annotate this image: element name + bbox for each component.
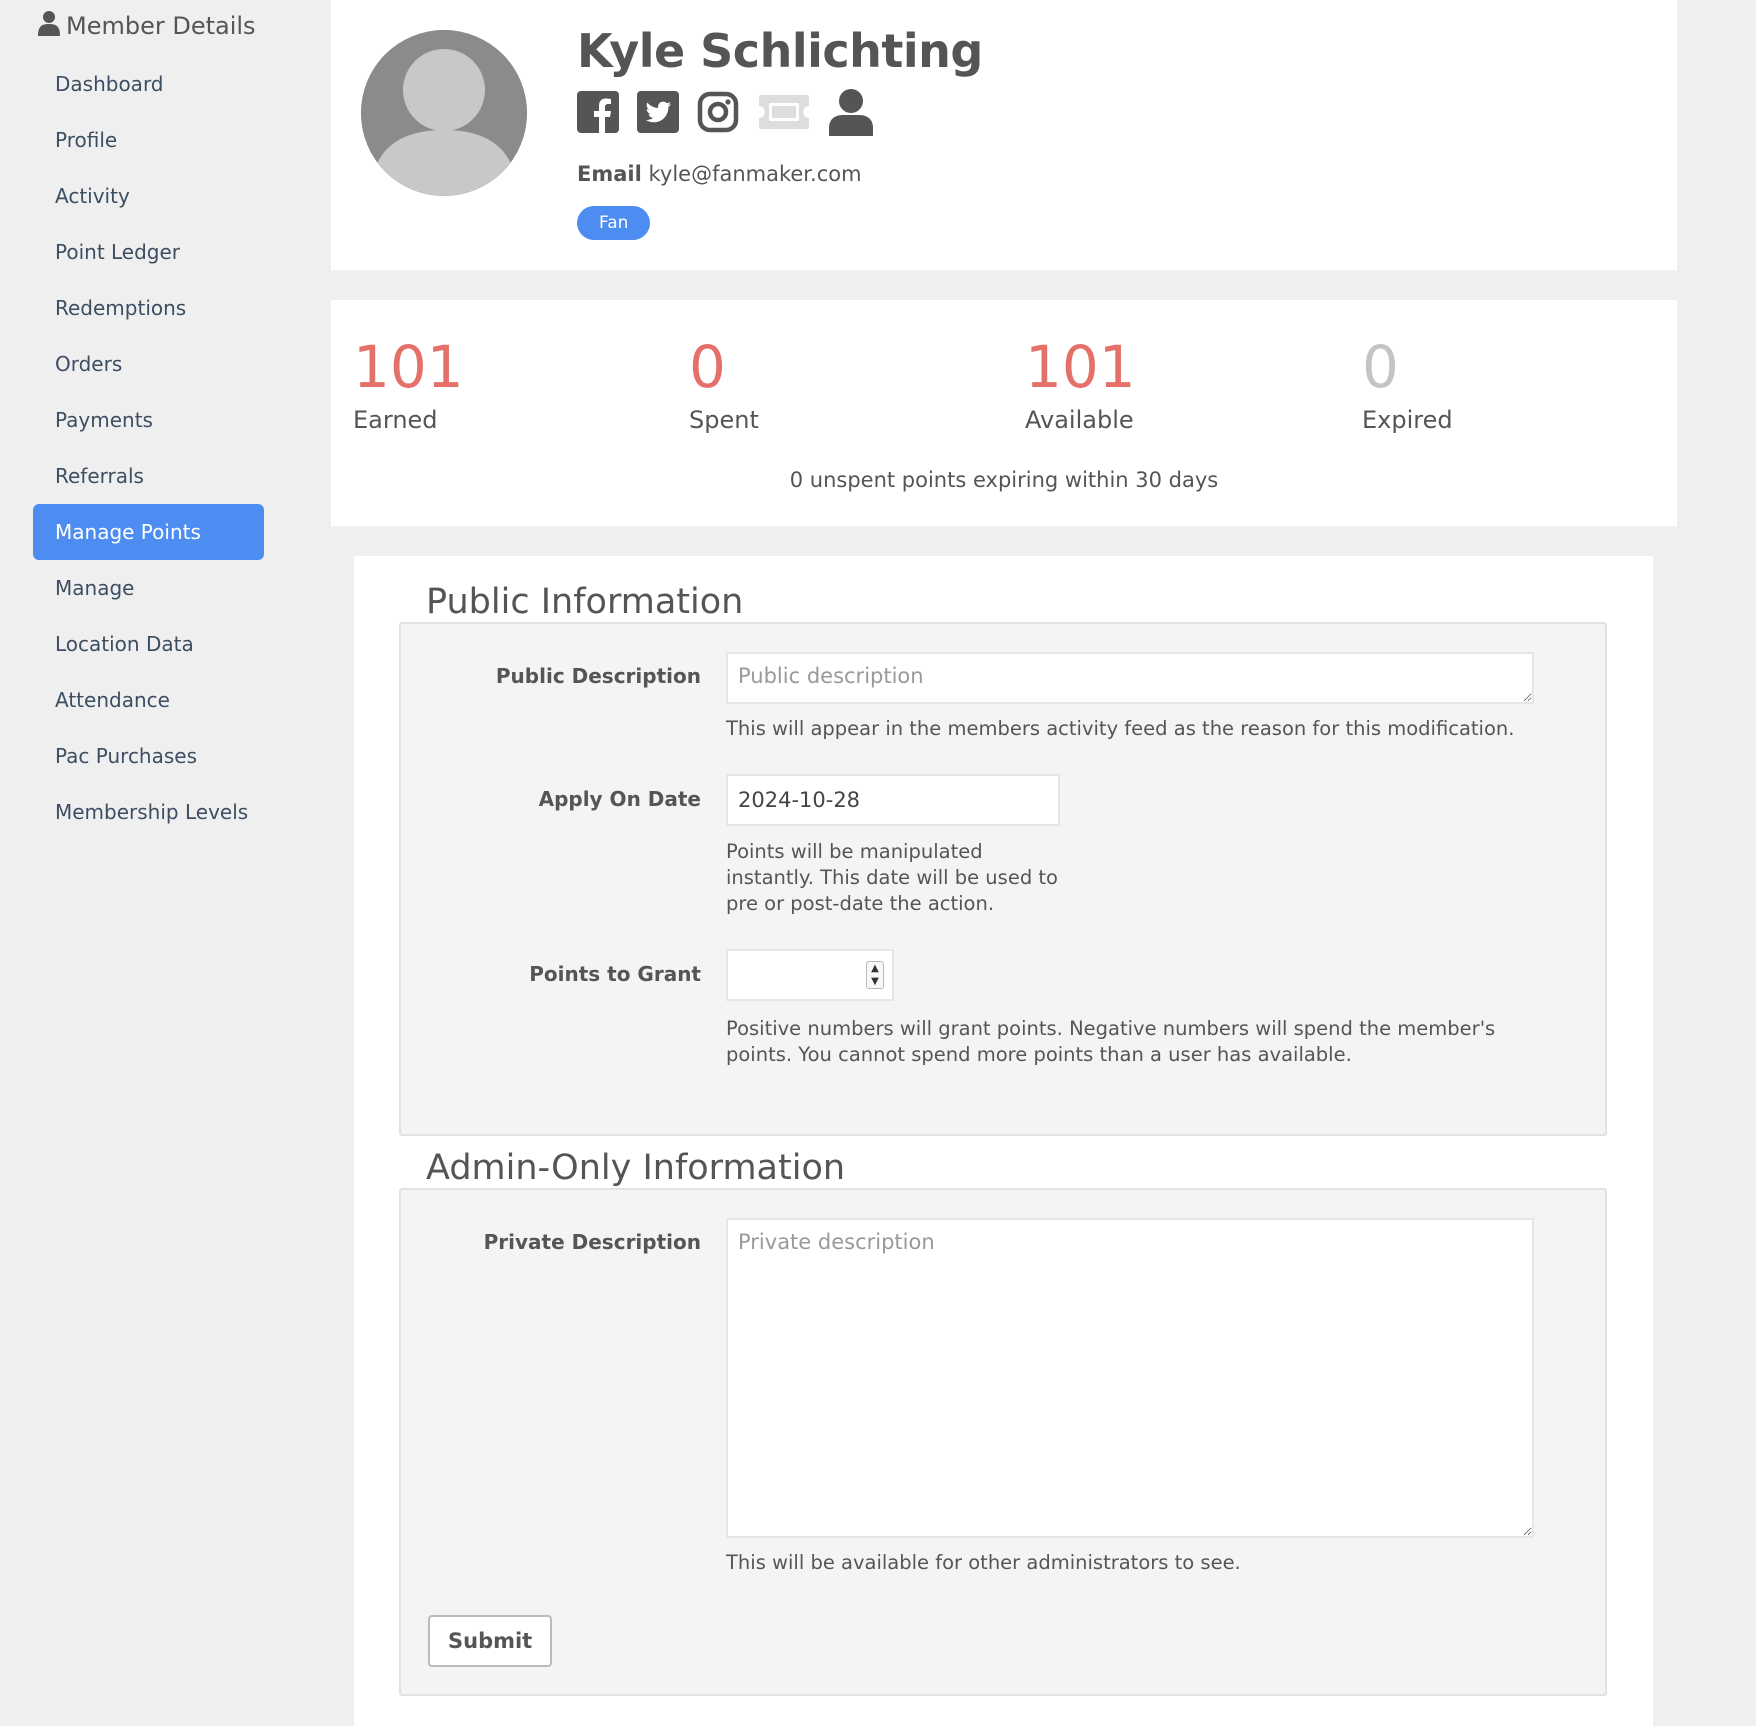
stat-expired-value: 0: [1362, 333, 1399, 401]
admin-information-title: Admin-Only Information: [426, 1148, 856, 1188]
sidebar-item-point-ledger[interactable]: Point Ledger: [33, 224, 264, 280]
public-description-input[interactable]: [726, 652, 1534, 704]
public-description-help: This will appear in the members activity…: [726, 717, 1515, 740]
public-information-title: Public Information: [426, 582, 754, 622]
private-description-help: This will be available for other adminis…: [726, 1551, 1241, 1574]
apply-on-date-help: Points will be manipulated instantly. Th…: [726, 840, 1058, 915]
points-to-grant-help: Positive numbers will grant points. Nega…: [726, 1017, 1496, 1066]
sidebar-item-membership-levels[interactable]: Membership Levels: [33, 784, 264, 840]
sidebar-item-dashboard[interactable]: Dashboard: [33, 56, 264, 112]
sidebar-item-manage[interactable]: Manage: [33, 560, 264, 616]
facebook-icon[interactable]: [577, 91, 619, 133]
chevron-down-icon[interactable]: ▼: [871, 975, 879, 988]
social-icons: [577, 88, 873, 136]
user-icon[interactable]: [829, 88, 873, 136]
sidebar-item-pac-purchases[interactable]: Pac Purchases: [33, 728, 264, 784]
email-value: kyle@fanmaker.com: [648, 162, 862, 186]
apply-on-date-label: Apply On Date: [538, 787, 701, 811]
private-description-input[interactable]: [726, 1218, 1534, 1538]
sidebar-nav: Dashboard Profile Activity Point Ledger …: [33, 56, 264, 840]
points-stepper[interactable]: ▲ ▼: [866, 961, 884, 989]
stat-earned-value: 101: [353, 333, 464, 401]
sidebar-header: Member Details: [38, 8, 256, 44]
stat-earned-label: Earned: [353, 406, 438, 434]
sidebar: Member Details Dashboard Profile Activit…: [0, 0, 330, 1726]
sidebar-item-location-data[interactable]: Location Data: [33, 616, 264, 672]
points-stats-card: 101 Earned 0 Spent 101 Available 0 Expir…: [331, 300, 1677, 526]
role-badge: Fan: [577, 206, 651, 240]
email-label: Email: [577, 162, 642, 186]
stat-spent-value: 0: [689, 333, 726, 401]
instagram-icon[interactable]: [697, 91, 739, 133]
admin-information-fieldset: Private Description This will be availab…: [399, 1188, 1607, 1696]
private-description-label: Private Description: [483, 1230, 701, 1254]
stat-expired: 0 Expired: [1362, 338, 1453, 434]
member-header-card: Kyle Schlichting Email kyle@fanmaker.com…: [331, 0, 1677, 270]
sidebar-item-orders[interactable]: Orders: [33, 336, 264, 392]
member-name: Kyle Schlichting: [577, 24, 983, 78]
stat-earned: 101 Earned: [353, 338, 464, 434]
sidebar-title: Member Details: [66, 12, 256, 40]
sidebar-item-payments[interactable]: Payments: [33, 392, 264, 448]
avatar: [361, 30, 527, 196]
points-to-grant-label: Points to Grant: [529, 962, 701, 986]
sidebar-item-manage-points[interactable]: Manage Points: [33, 504, 264, 560]
stat-available-value: 101: [1025, 333, 1136, 401]
twitter-icon[interactable]: [637, 91, 679, 133]
stat-available: 101 Available: [1025, 338, 1136, 434]
stat-spent: 0 Spent: [689, 338, 759, 434]
user-icon: [38, 10, 60, 42]
stat-spent-label: Spent: [689, 406, 759, 434]
sidebar-item-redemptions[interactable]: Redemptions: [33, 280, 264, 336]
sidebar-item-attendance[interactable]: Attendance: [33, 672, 264, 728]
public-description-label: Public Description: [495, 664, 701, 688]
expiring-points-note: 0 unspent points expiring within 30 days: [789, 468, 1219, 492]
manage-points-form: Public Description This will appear in t…: [354, 556, 1653, 1726]
sidebar-item-activity[interactable]: Activity: [33, 168, 264, 224]
stat-expired-label: Expired: [1362, 406, 1453, 434]
apply-on-date-input[interactable]: [726, 774, 1060, 826]
stat-available-label: Available: [1025, 406, 1134, 434]
ticket-icon[interactable]: [757, 93, 811, 131]
submit-button[interactable]: Submit: [428, 1615, 553, 1667]
chevron-up-icon[interactable]: ▲: [871, 962, 879, 975]
public-information-fieldset: Public Description This will appear in t…: [399, 622, 1607, 1136]
sidebar-item-profile[interactable]: Profile: [33, 112, 264, 168]
sidebar-item-referrals[interactable]: Referrals: [33, 448, 264, 504]
email-line: Email kyle@fanmaker.com: [577, 162, 862, 186]
